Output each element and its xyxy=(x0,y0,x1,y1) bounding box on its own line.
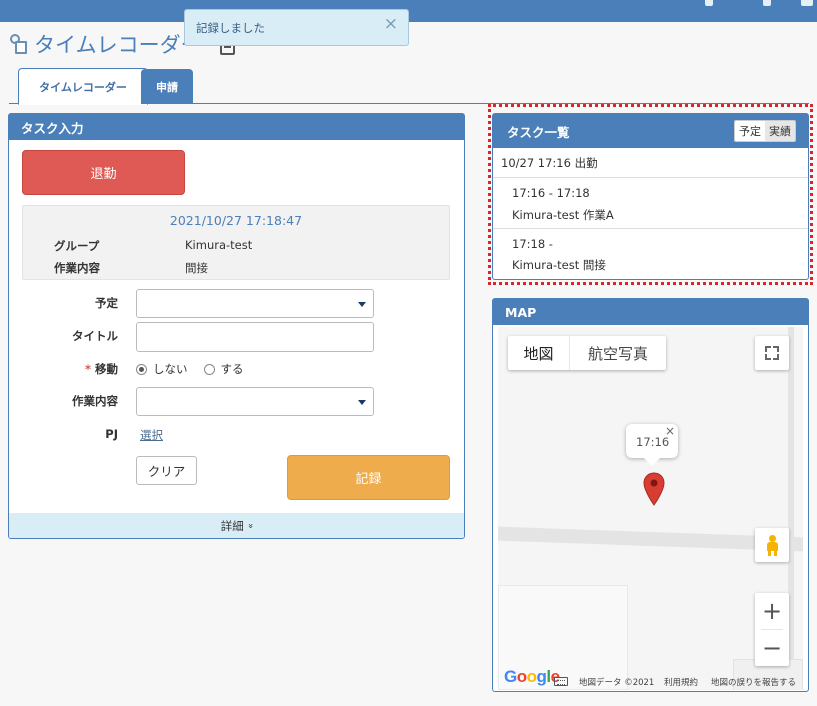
list-item-time: 17:16 - 17:18 xyxy=(512,186,590,200)
tab-time-recorder[interactable]: タイムレコーダー xyxy=(18,68,148,105)
toggle-actual[interactable]: 実績 xyxy=(765,121,795,141)
work-content-label: 作業内容 xyxy=(54,261,100,275)
google-logo: Google xyxy=(504,667,560,686)
map-marker-icon[interactable] xyxy=(643,472,665,506)
map-type-roadmap-button[interactable]: 地図 xyxy=(508,336,570,370)
list-item-detail: Kimura-test 作業A xyxy=(512,208,614,222)
map-data-attribution: 地図データ ©2021 xyxy=(579,678,655,688)
move-label: * 移動 xyxy=(9,361,118,377)
list-item-detail: Kimura-test 間接 xyxy=(512,258,606,272)
task-list-panel: タスク一覧 予定 実績 10/27 17:16 出勤 17:16 - 17:18… xyxy=(492,113,809,280)
list-item[interactable]: 17:16 - 17:18 Kimura-test 作業A xyxy=(493,178,808,229)
page-title: タイムレコーダー xyxy=(8,30,235,58)
schedule-select[interactable] xyxy=(136,289,374,318)
zoom-in-button[interactable]: + xyxy=(755,593,789,629)
pj-label: PJ xyxy=(105,427,118,441)
task-input-panel: タスク入力 退勤 2021/10/27 17:18:47 グループ Kimura… xyxy=(8,113,465,539)
time-recorder-icon xyxy=(8,33,30,55)
plan-actual-toggle: 予定 実績 xyxy=(734,120,796,142)
success-toast: 記録しました × xyxy=(184,9,409,46)
move-option-yes-label: する xyxy=(220,362,244,376)
tab-application[interactable]: 申請 xyxy=(141,69,193,104)
detail-toggle-label: 詳細 xyxy=(220,518,244,533)
list-item[interactable]: 10/27 17:16 出勤 xyxy=(493,148,808,178)
move-label-text: 移動 xyxy=(95,362,118,376)
title-label: タイトル xyxy=(72,329,118,343)
list-item[interactable]: 17:18 - Kimura-test 間接 xyxy=(493,229,808,279)
current-status-box: 2021/10/27 17:18:47 グループ Kimura-test 作業内… xyxy=(22,205,450,280)
group-label: グループ xyxy=(54,239,100,253)
chevron-double-down-icon: » xyxy=(244,522,255,529)
fullscreen-icon[interactable] xyxy=(755,336,789,370)
info-close-icon[interactable]: × xyxy=(665,424,675,438)
title-input[interactable] xyxy=(136,322,374,352)
map-type-satellite-button[interactable]: 航空写真 xyxy=(570,336,666,370)
keyboard-shortcuts-icon[interactable] xyxy=(554,677,568,686)
chevron-down-icon xyxy=(358,302,366,307)
zoom-control: + − xyxy=(755,593,789,666)
page-title-text: タイムレコーダー xyxy=(34,33,202,57)
schedule-label: 予定 xyxy=(95,296,118,310)
toast-close-icon[interactable]: × xyxy=(384,16,398,33)
task-list-title: タスク一覧 xyxy=(507,124,570,140)
list-item-time: 17:18 - xyxy=(512,237,553,251)
work-content-select[interactable] xyxy=(136,387,374,416)
terms-link[interactable]: 利用規約 xyxy=(664,676,698,688)
move-radio-yes[interactable] xyxy=(203,363,215,375)
work-content-value: 間接 xyxy=(185,261,208,275)
map-panel: MAP 地図 航空写真 17:16 × + − Google 地図データ ©20… xyxy=(492,298,809,692)
google-map[interactable]: 地図 航空写真 17:16 × + − Google 地図データ ©2021 利… xyxy=(498,327,803,690)
detail-toggle[interactable]: 詳細 » xyxy=(9,513,464,538)
clear-button[interactable]: クリア xyxy=(136,456,197,485)
group-value: Kimura-test xyxy=(185,238,253,252)
move-radio-no[interactable] xyxy=(136,363,147,375)
leave-work-button[interactable]: 退勤 xyxy=(22,150,185,195)
chevron-down-icon xyxy=(358,400,366,405)
report-error-link[interactable]: 地図の誤りを報告する xyxy=(711,676,796,688)
move-option-no-label: しない xyxy=(153,362,188,376)
map-header: MAP xyxy=(493,299,808,325)
required-mark: * xyxy=(84,362,91,376)
pj-select-link[interactable]: 選択 xyxy=(140,427,163,443)
street-view-pegman-icon[interactable] xyxy=(755,528,789,562)
work-content-form-label: 作業内容 xyxy=(72,394,118,408)
list-item-line1: 10/27 17:16 出勤 xyxy=(501,156,598,170)
zoom-out-button[interactable]: − xyxy=(755,630,789,666)
marker-info-window: 17:16 × xyxy=(626,424,678,466)
toggle-plan[interactable]: 予定 xyxy=(735,121,765,141)
record-button[interactable]: 記録 xyxy=(287,455,450,500)
navbar-icons xyxy=(587,0,817,10)
toast-message: 記録しました xyxy=(196,21,265,35)
current-datetime: 2021/10/27 17:18:47 xyxy=(169,213,303,228)
map-type-control: 地図 航空写真 xyxy=(508,336,666,370)
move-radio-group: しない する xyxy=(136,361,244,377)
tab-bar: タイムレコーダー 申請 xyxy=(9,68,809,105)
task-input-header: タスク入力 xyxy=(9,114,464,140)
